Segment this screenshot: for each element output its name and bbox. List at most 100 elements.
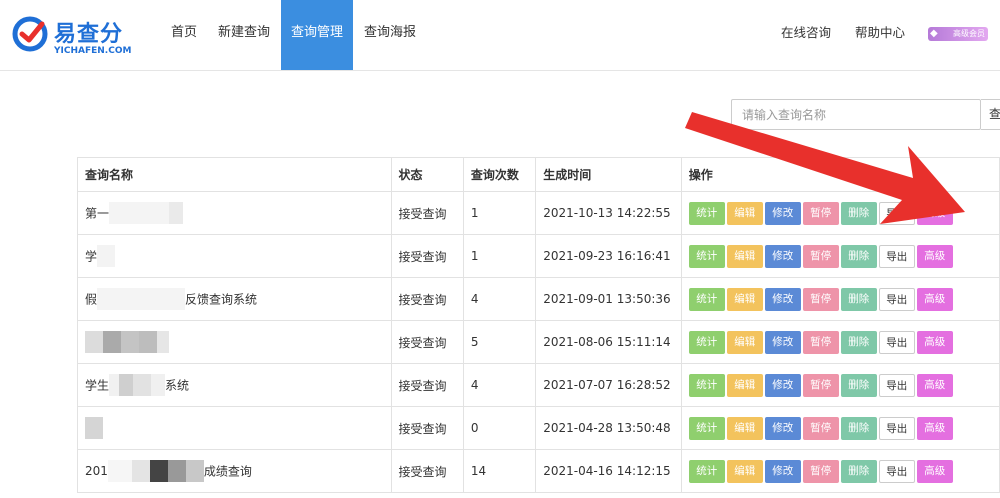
nav-new-query[interactable]: 新建查询	[212, 0, 276, 70]
cell-actions: 统计 编辑 修改 暂停 删除 导出 高级	[680, 363, 1000, 407]
delete-button[interactable]: 删除	[840, 201, 877, 225]
edit-button[interactable]: 编辑	[726, 416, 763, 440]
delete-button[interactable]: 删除	[840, 244, 877, 268]
export-button[interactable]: 导出	[878, 373, 915, 397]
redacted-text-block	[151, 374, 166, 396]
cell-query-count: 0	[462, 406, 537, 450]
cell-query-name[interactable]	[77, 320, 392, 364]
pause-button[interactable]: 暂停	[802, 416, 839, 440]
header-actions: 操作	[680, 157, 1000, 192]
nav-online-consult[interactable]: 在线咨询	[781, 0, 831, 70]
cell-query-name[interactable]: 学生 系统	[77, 363, 392, 407]
pause-button[interactable]: 暂停	[802, 244, 839, 268]
modify-button[interactable]: 修改	[764, 416, 801, 440]
export-button[interactable]: 导出	[878, 244, 915, 268]
cell-status: 接受查询	[390, 191, 464, 235]
redacted-text-block	[121, 331, 139, 353]
stats-button[interactable]: 统计	[688, 459, 725, 483]
pause-button[interactable]: 暂停	[802, 330, 839, 354]
delete-button[interactable]: 删除	[840, 416, 877, 440]
delete-button[interactable]: 删除	[840, 330, 877, 354]
advanced-button[interactable]: 高级	[916, 201, 953, 225]
stats-button[interactable]: 统计	[688, 287, 725, 311]
stats-button[interactable]: 统计	[688, 244, 725, 268]
modify-button[interactable]: 修改	[764, 459, 801, 483]
redacted-text-block	[139, 331, 157, 353]
cell-status: 接受查询	[390, 406, 464, 450]
edit-button[interactable]: 编辑	[726, 373, 763, 397]
pause-button[interactable]: 暂停	[802, 287, 839, 311]
export-button[interactable]: 导出	[878, 330, 915, 354]
advanced-button[interactable]: 高级	[916, 244, 953, 268]
redacted-text-block	[131, 460, 150, 482]
cell-query-count: 14	[462, 449, 537, 493]
stats-button[interactable]: 统计	[688, 201, 725, 225]
cell-actions: 统计 编辑 修改 暂停 删除 导出 高级	[680, 234, 1000, 278]
advanced-button[interactable]: 高级	[916, 330, 953, 354]
top-navigation-bar: 易查分 YICHAFEN.COM 首页 新建查询 查询管理 查询海报 在线咨询 …	[0, 0, 1000, 71]
nav-query-management[interactable]: 查询管理	[281, 0, 353, 70]
cell-status: 接受查询	[390, 449, 464, 493]
cell-created-time: 2021-09-01 13:50:36	[535, 277, 682, 321]
search-button[interactable]: 查	[981, 99, 1000, 130]
nav-home[interactable]: 首页	[160, 0, 208, 70]
cell-actions: 统计 编辑 修改 暂停 删除 导出 高级	[680, 191, 1000, 235]
modify-button[interactable]: 修改	[764, 244, 801, 268]
query-name-suffix: 系统	[165, 378, 190, 393]
query-name-prefix: 学	[85, 249, 98, 264]
delete-button[interactable]: 删除	[840, 459, 877, 483]
cell-query-name[interactable]: 201 成绩查询	[77, 449, 392, 493]
cell-query-name[interactable]	[77, 406, 392, 450]
edit-button[interactable]: 编辑	[726, 459, 763, 483]
nav-query-poster[interactable]: 查询海报	[358, 0, 422, 70]
cell-status: 接受查询	[390, 320, 464, 364]
stats-button[interactable]: 统计	[688, 330, 725, 354]
cell-query-count: 1	[462, 191, 537, 235]
edit-button[interactable]: 编辑	[726, 330, 763, 354]
pause-button[interactable]: 暂停	[802, 459, 839, 483]
table-row: 假 反馈查询系统 接受查询 4 2021-09-01 13:50:36 统计 编辑 修改 暂停删…	[77, 277, 1000, 321]
cell-query-name[interactable]: 假 反馈查询系统	[77, 277, 392, 321]
cell-created-time: 2021-08-06 15:11:14	[535, 320, 682, 364]
cell-status: 接受查询	[390, 277, 464, 321]
edit-button[interactable]: 编辑	[726, 201, 763, 225]
query-name-suffix: 成绩查询	[203, 464, 252, 479]
redacted-text-block	[103, 331, 121, 353]
export-button[interactable]: 导出	[878, 459, 915, 483]
table-header-row: 查询名称 状态 查询次数 生成时间 操作	[77, 157, 1000, 192]
stats-button[interactable]: 统计	[688, 416, 725, 440]
pause-button[interactable]: 暂停	[802, 201, 839, 225]
advanced-button[interactable]: 高级	[916, 459, 953, 483]
redacted-text-block	[85, 331, 103, 353]
vip-badge[interactable]: ◆ 高级会员	[928, 27, 988, 41]
modify-button[interactable]: 修改	[764, 201, 801, 225]
export-button[interactable]: 导出	[878, 416, 915, 440]
edit-button[interactable]: 编辑	[726, 244, 763, 268]
cell-query-name[interactable]: 学	[77, 234, 392, 278]
table-row: 学 接受查询 1 2021-09-23 16:16:41 统计 编辑 修改 暂停 删除 导出 高级	[77, 234, 1000, 278]
edit-button[interactable]: 编辑	[726, 287, 763, 311]
advanced-button[interactable]: 高级	[916, 416, 953, 440]
modify-button[interactable]: 修改	[764, 287, 801, 311]
redacted-text-block	[149, 460, 168, 482]
modify-button[interactable]: 修改	[764, 330, 801, 354]
advanced-button[interactable]: 高级	[916, 287, 953, 311]
redacted-text-block	[109, 374, 120, 396]
redacted-text-block	[97, 245, 116, 267]
nav-help-center[interactable]: 帮助中心	[855, 0, 905, 70]
query-table: 查询名称 状态 查询次数 生成时间 操作 第一 接受查询 1 2021-10-13 1…	[77, 157, 1000, 493]
delete-button[interactable]: 删除	[840, 287, 877, 311]
redacted-text-block	[133, 374, 152, 396]
stats-button[interactable]: 统计	[688, 373, 725, 397]
redacted-text-block	[109, 202, 170, 224]
export-button[interactable]: 导出	[878, 287, 915, 311]
advanced-button[interactable]: 高级	[916, 373, 953, 397]
search-input[interactable]	[731, 99, 981, 130]
cell-query-name[interactable]: 第一	[77, 191, 392, 235]
diamond-icon: ◆	[930, 28, 938, 39]
brand-logo[interactable]: 易查分 YICHAFEN.COM	[12, 12, 132, 60]
pause-button[interactable]: 暂停	[802, 373, 839, 397]
export-button[interactable]: 导出	[878, 201, 915, 225]
modify-button[interactable]: 修改	[764, 373, 801, 397]
delete-button[interactable]: 删除	[840, 373, 877, 397]
